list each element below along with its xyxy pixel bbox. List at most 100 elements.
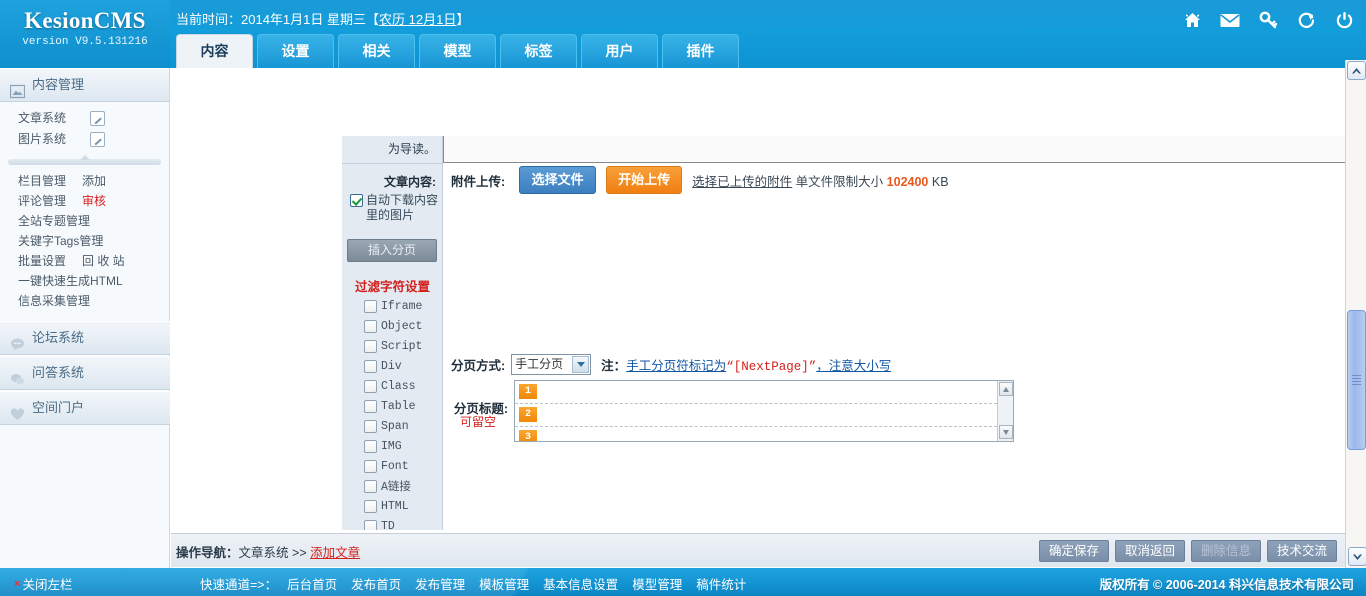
tab-model[interactable]: 模型 xyxy=(419,34,496,68)
sidebar-link-label[interactable]: 图片系统 xyxy=(18,129,66,150)
filter-checkbox[interactable] xyxy=(364,480,377,493)
filter-item-script[interactable]: Script xyxy=(364,336,422,356)
sidebar-section-content-management[interactable]: 内容管理 xyxy=(0,68,169,102)
menu-extra-recycle-bin[interactable]: 回 收 站 xyxy=(82,251,125,271)
pagination-mode-select[interactable]: 手工分页 xyxy=(511,354,592,375)
breadcrumb-current[interactable]: 添加文章 xyxy=(310,546,360,560)
quick-link-publish-mgmt[interactable]: 发布管理 xyxy=(415,574,465,593)
filter-item-span[interactable]: Span xyxy=(364,416,422,436)
filter-label: Table xyxy=(381,399,416,413)
key-icon[interactable] xyxy=(1256,8,1280,32)
tab-tags[interactable]: 标签 xyxy=(500,34,577,68)
tab-settings[interactable]: 设置 xyxy=(257,34,334,68)
menu-label[interactable]: 一键快速生成HTML xyxy=(18,271,123,291)
edit-icon[interactable] xyxy=(90,111,106,126)
filter-item-div[interactable]: Div xyxy=(364,356,422,376)
menu-extra-add[interactable]: 添加 xyxy=(82,171,106,191)
sidebar-item-image-system[interactable]: 图片系统 xyxy=(0,129,169,150)
sidebar-item-generate-html[interactable]: 一键快速生成HTML xyxy=(0,271,169,291)
sidebar-item-special-topic[interactable]: 全站专题管理 xyxy=(0,211,169,231)
auto-download-images-option[interactable]: 自动下载内容里的图片 xyxy=(342,193,442,223)
tab-plugins[interactable]: 插件 xyxy=(662,34,739,68)
tab-users[interactable]: 用户 xyxy=(581,34,658,68)
scrollbar-thumb[interactable] xyxy=(1347,310,1366,450)
refresh-icon[interactable] xyxy=(1294,8,1318,32)
filter-checkbox[interactable] xyxy=(364,520,377,530)
list-item[interactable]: 1 xyxy=(515,381,997,404)
filter-checkbox[interactable] xyxy=(364,440,377,453)
save-button[interactable]: 确定保存 xyxy=(1038,540,1109,562)
scroll-up-icon[interactable] xyxy=(1347,61,1366,80)
list-item[interactable]: 3 xyxy=(515,427,997,441)
list-item[interactable]: 2 xyxy=(515,404,997,427)
power-icon[interactable] xyxy=(1332,8,1356,32)
close-left-panel-button[interactable]: × 关闭左栏 xyxy=(14,574,72,593)
scroll-up-icon[interactable] xyxy=(998,382,1013,396)
pagination-list-scrollbar[interactable] xyxy=(997,381,1013,441)
tab-content[interactable]: 内容 xyxy=(176,34,253,68)
menu-label[interactable]: 信息采集管理 xyxy=(18,291,90,311)
sidebar-item-keyword-tags[interactable]: 关键字Tags管理 xyxy=(0,231,169,251)
sidebar-item-column-management[interactable]: 栏目管理 添加 xyxy=(0,171,169,191)
menu-label[interactable]: 批量设置 xyxy=(18,251,66,271)
lunar-date-link[interactable]: 农历 12月1日 xyxy=(379,12,456,27)
mail-icon[interactable] xyxy=(1218,8,1242,32)
filter-checkbox[interactable] xyxy=(364,400,377,413)
menu-label[interactable]: 关键字Tags管理 xyxy=(18,231,103,251)
cancel-button[interactable]: 取消返回 xyxy=(1114,540,1185,562)
sidebar-collapse-divider[interactable] xyxy=(8,155,161,165)
home-icon[interactable] xyxy=(1180,8,1204,32)
quick-link-basic-settings[interactable]: 基本信息设置 xyxy=(543,574,618,593)
choose-uploaded-attachment-link[interactable]: 选择已上传的附件 xyxy=(692,175,792,189)
filter-item-class[interactable]: Class xyxy=(364,376,422,396)
intro-text-input[interactable] xyxy=(443,136,1345,163)
sidebar-link-label[interactable]: 文章系统 xyxy=(18,108,66,129)
quick-link-template-mgmt[interactable]: 模板管理 xyxy=(479,574,529,593)
filter-checkbox[interactable] xyxy=(364,380,377,393)
filter-item-td[interactable]: TD xyxy=(364,516,422,530)
menu-label[interactable]: 评论管理 xyxy=(18,191,66,211)
edit-icon[interactable] xyxy=(90,132,106,147)
tech-support-button[interactable]: 技术交流 xyxy=(1266,540,1337,562)
menu-extra-review[interactable]: 审核 xyxy=(82,191,106,211)
filter-item-img[interactable]: IMG xyxy=(364,436,422,456)
menu-label[interactable]: 栏目管理 xyxy=(18,171,66,191)
pagination-title-box[interactable]: 1 2 3 xyxy=(514,380,1014,442)
filter-item-a-link[interactable]: A链接 xyxy=(364,476,422,496)
filter-item-iframe[interactable]: Iframe xyxy=(364,296,422,316)
filter-checkbox[interactable] xyxy=(364,420,377,433)
sidebar-item-batch-settings[interactable]: 批量设置 回 收 站 xyxy=(0,251,169,271)
start-upload-button[interactable]: 开始上传 xyxy=(606,166,683,194)
filter-checkbox[interactable] xyxy=(364,460,377,473)
sidebar-item-article-system[interactable]: 文章系统 xyxy=(0,108,169,129)
breadcrumb-parent-link[interactable]: 文章系统 xyxy=(239,546,289,560)
page-scrollbar[interactable] xyxy=(1345,60,1366,568)
filter-checkbox[interactable] xyxy=(364,340,377,353)
scroll-down-icon[interactable] xyxy=(1348,547,1366,566)
filter-checkbox[interactable] xyxy=(364,300,377,313)
sidebar-section-qa[interactable]: 问答系统 xyxy=(0,356,170,390)
quick-link-admin-home[interactable]: 后台首页 xyxy=(287,574,337,593)
filter-checkbox[interactable] xyxy=(364,500,377,513)
sidebar-item-collection-management[interactable]: 信息采集管理 xyxy=(0,291,169,311)
sidebar-item-comment-management[interactable]: 评论管理 审核 xyxy=(0,191,169,211)
filter-item-html[interactable]: HTML xyxy=(364,496,422,516)
menu-label[interactable]: 全站专题管理 xyxy=(18,211,90,231)
sidebar-section-forum[interactable]: 论坛系统 xyxy=(0,321,170,355)
choose-file-button[interactable]: 选择文件 xyxy=(519,166,597,194)
chevron-down-icon[interactable] xyxy=(572,356,590,373)
filter-item-table[interactable]: Table xyxy=(364,396,422,416)
brand-name: KesionCMS xyxy=(24,8,146,33)
quick-link-article-stats[interactable]: 稿件统计 xyxy=(696,574,746,593)
filter-item-object[interactable]: Object xyxy=(364,316,422,336)
filter-checkbox[interactable] xyxy=(364,360,377,373)
tab-related[interactable]: 相关 xyxy=(338,34,415,68)
sidebar-section-space-portal[interactable]: 空间门户 xyxy=(0,391,170,425)
scroll-down-icon[interactable] xyxy=(999,425,1013,439)
insert-page-break-button[interactable]: 插入分页 xyxy=(347,239,437,262)
filter-checkbox[interactable] xyxy=(364,320,377,333)
quick-link-publish-home[interactable]: 发布首页 xyxy=(351,574,401,593)
auto-download-checkbox[interactable] xyxy=(350,194,363,207)
quick-link-model-mgmt[interactable]: 模型管理 xyxy=(632,574,682,593)
filter-item-font[interactable]: Font xyxy=(364,456,422,476)
